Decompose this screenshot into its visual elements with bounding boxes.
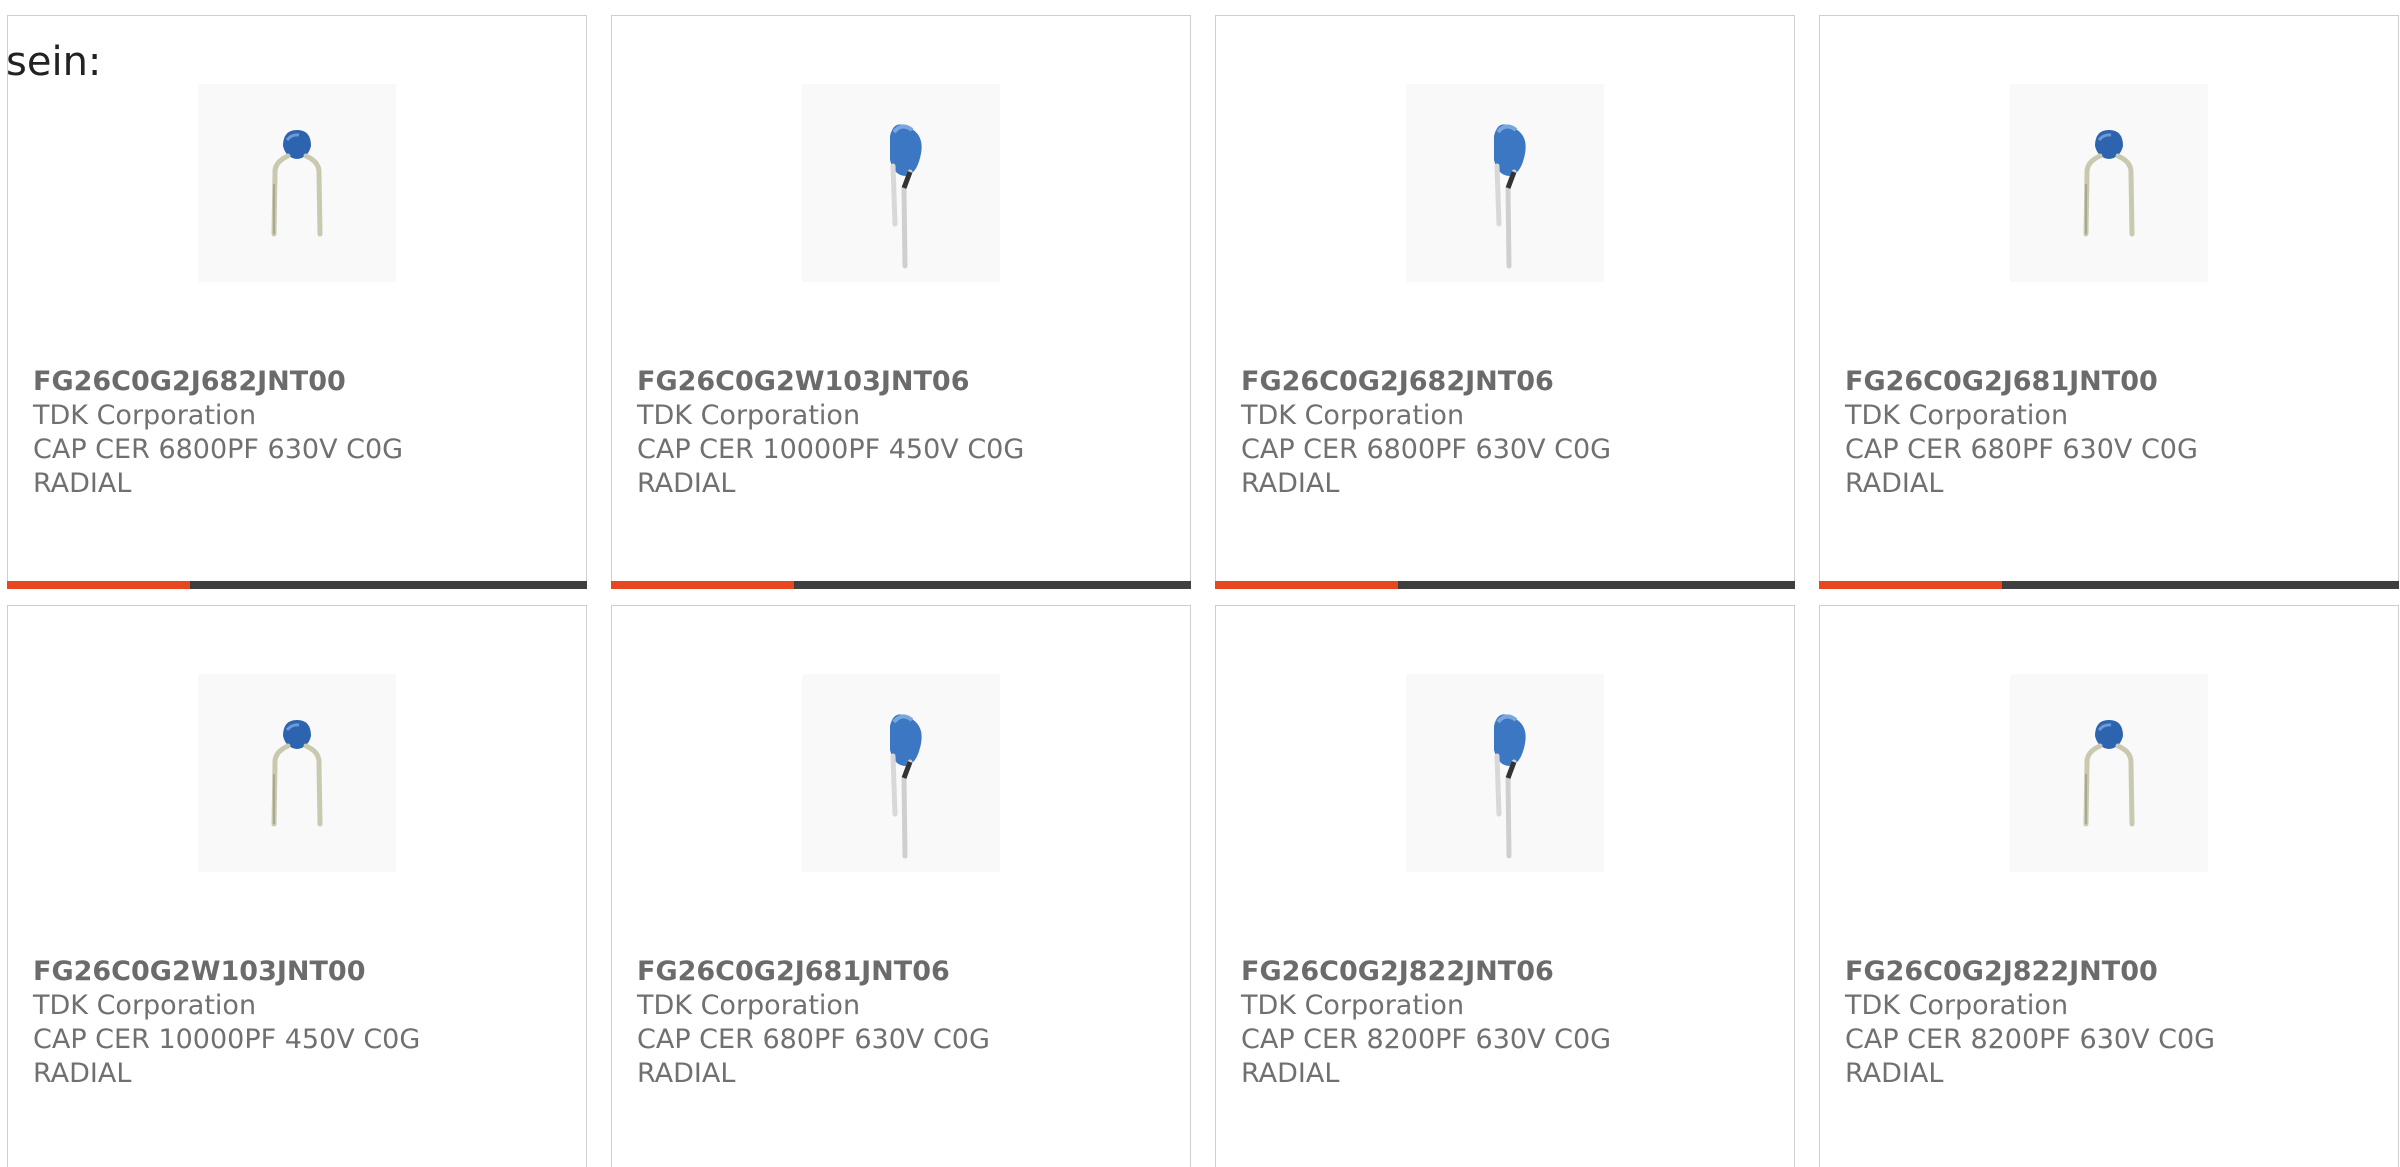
part-number-link[interactable]: FG26C0G2J682JNT00: [33, 365, 553, 399]
manufacturer-name: TDK Corporation: [1241, 400, 1465, 431]
manufacturer-name: TDK Corporation: [637, 400, 861, 431]
tilted-disc-capacitor-icon: [802, 674, 1000, 872]
product-description: CAP CER 10000PF 450V C0G: [637, 434, 1025, 465]
manufacturer-name: TDK Corporation: [1241, 990, 1465, 1021]
card-accent-bar: [611, 581, 1191, 589]
product-image[interactable]: [198, 84, 396, 282]
product-info: FG26C0G2J681JNT06 TDK Corporation CAP CE…: [637, 955, 1157, 1091]
part-number-link[interactable]: FG26C0G2J682JNT06: [1241, 365, 1761, 399]
part-number-link[interactable]: FG26C0G2J822JNT06: [1241, 955, 1761, 989]
product-info: FG26C0G2J822JNT06 TDK Corporation CAP CE…: [1241, 955, 1761, 1091]
product-card[interactable]: FG26C0G2J822JNT06 TDK Corporation CAP CE…: [1215, 605, 1795, 1167]
small-disc-capacitor-icon: [198, 674, 396, 872]
package-type: RADIAL: [33, 1058, 132, 1089]
product-info: FG26C0G2J682JNT00 TDK Corporation CAP CE…: [33, 365, 553, 501]
small-disc-capacitor-icon: [198, 84, 396, 282]
product-info: FG26C0G2J822JNT00 TDK Corporation CAP CE…: [1845, 955, 2365, 1091]
product-description: CAP CER 6800PF 630V C0G: [1241, 434, 1612, 465]
part-number-link[interactable]: FG26C0G2W103JNT06: [637, 365, 1157, 399]
accent-fill: [611, 581, 794, 589]
small-disc-capacitor-icon: [2010, 674, 2208, 872]
card-accent-bar: [1215, 581, 1795, 589]
package-type: RADIAL: [1845, 1058, 1944, 1089]
card-accent-bar: [1819, 581, 2399, 589]
product-description: CAP CER 8200PF 630V C0G: [1241, 1024, 1612, 1055]
product-description: CAP CER 680PF 630V C0G: [1845, 434, 2198, 465]
product-description: CAP CER 6800PF 630V C0G: [33, 434, 404, 465]
product-card[interactable]: FG26C0G2J681JNT00 TDK Corporation CAP CE…: [1819, 15, 2399, 589]
product-image[interactable]: [198, 674, 396, 872]
product-info: FG26C0G2J681JNT00 TDK Corporation CAP CE…: [1845, 365, 2365, 501]
product-info: FG26C0G2J682JNT06 TDK Corporation CAP CE…: [1241, 365, 1761, 501]
product-card[interactable]: FG26C0G2W103JNT06 TDK Corporation CAP CE…: [611, 15, 1191, 589]
part-number-link[interactable]: FG26C0G2J681JNT06: [637, 955, 1157, 989]
package-type: RADIAL: [637, 468, 736, 499]
manufacturer-name: TDK Corporation: [1845, 400, 2069, 431]
accent-fill: [1215, 581, 1398, 589]
tilted-disc-capacitor-icon: [1406, 674, 1604, 872]
product-info: FG26C0G2W103JNT06 TDK Corporation CAP CE…: [637, 365, 1157, 501]
manufacturer-name: TDK Corporation: [33, 400, 257, 431]
part-number-link[interactable]: FG26C0G2J822JNT00: [1845, 955, 2365, 989]
product-image[interactable]: [1406, 674, 1604, 872]
product-info: FG26C0G2W103JNT00 TDK Corporation CAP CE…: [33, 955, 553, 1091]
manufacturer-name: TDK Corporation: [637, 990, 861, 1021]
package-type: RADIAL: [1241, 468, 1340, 499]
product-card[interactable]: FG26C0G2J682JNT00 TDK Corporation CAP CE…: [7, 15, 587, 589]
accent-fill: [1819, 581, 2002, 589]
product-card[interactable]: FG26C0G2W103JNT00 TDK Corporation CAP CE…: [7, 605, 587, 1167]
tilted-disc-capacitor-icon: [1406, 84, 1604, 282]
product-card[interactable]: FG26C0G2J681JNT06 TDK Corporation CAP CE…: [611, 605, 1191, 1167]
package-type: RADIAL: [1845, 468, 1944, 499]
card-accent-bar: [7, 581, 587, 589]
package-type: RADIAL: [33, 468, 132, 499]
small-disc-capacitor-icon: [2010, 84, 2208, 282]
part-number-link[interactable]: FG26C0G2J681JNT00: [1845, 365, 2365, 399]
product-image[interactable]: [2010, 84, 2208, 282]
product-image[interactable]: [1406, 84, 1604, 282]
product-description: CAP CER 10000PF 450V C0G: [33, 1024, 421, 1055]
product-card[interactable]: FG26C0G2J682JNT06 TDK Corporation CAP CE…: [1215, 15, 1795, 589]
product-results-page: sein: FG26C0G2J682JNT00 TDK Corporation …: [0, 0, 2400, 1167]
product-description: CAP CER 8200PF 630V C0G: [1845, 1024, 2216, 1055]
part-number-link[interactable]: FG26C0G2W103JNT00: [33, 955, 553, 989]
package-type: RADIAL: [1241, 1058, 1340, 1089]
accent-fill: [7, 581, 190, 589]
package-type: RADIAL: [637, 1058, 736, 1089]
intro-text: sein:: [6, 39, 102, 85]
product-image[interactable]: [802, 84, 1000, 282]
manufacturer-name: TDK Corporation: [33, 990, 257, 1021]
product-description: CAP CER 680PF 630V C0G: [637, 1024, 990, 1055]
manufacturer-name: TDK Corporation: [1845, 990, 2069, 1021]
product-card[interactable]: FG26C0G2J822JNT00 TDK Corporation CAP CE…: [1819, 605, 2399, 1167]
product-image[interactable]: [2010, 674, 2208, 872]
tilted-disc-capacitor-icon: [802, 84, 1000, 282]
product-image[interactable]: [802, 674, 1000, 872]
